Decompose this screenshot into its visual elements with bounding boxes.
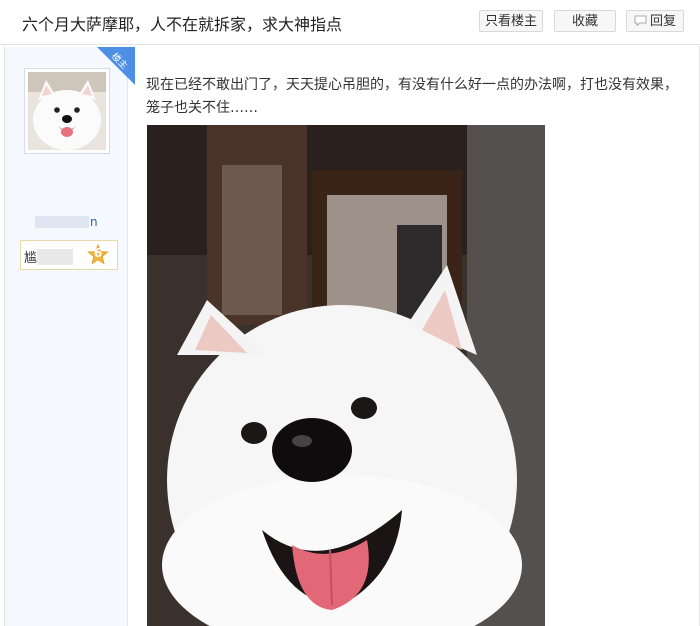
username-suffix: n <box>90 215 98 229</box>
username-link[interactable]: n <box>35 215 98 229</box>
author-sidebar: 楼主 n 尴 6 <box>5 47 135 626</box>
favorite-button[interactable]: 收藏 <box>554 10 616 32</box>
reply-button-label: 回复 <box>649 14 676 29</box>
thread-title: 六个月大萨摩耶，人不在就拆家，求大神指点 <box>22 15 343 34</box>
post-content-text: 现在已经不敢出门了，天天提心吊胆的，有没有什么好一点的办法啊，打也没有效果，笼子… <box>146 77 678 116</box>
level-badge[interactable]: 尴 6 <box>20 240 118 270</box>
level-title: 尴 <box>24 247 74 266</box>
level-title-blur <box>37 249 74 265</box>
reply-button[interactable]: 回复 <box>626 10 684 32</box>
samoyed-avatar-icon <box>28 72 106 150</box>
samoyed-photo-icon[interactable] <box>147 125 545 626</box>
level-title-prefix: 尴 <box>24 251 38 266</box>
thread-header: 六个月大萨摩耶，人不在就拆家，求大神指点 只看楼主 收藏 回复 <box>0 0 700 45</box>
level-number: 6 <box>93 246 103 260</box>
username-blur <box>35 216 89 228</box>
only-op-button[interactable]: 只看楼主 <box>479 10 543 32</box>
comment-icon <box>634 15 647 26</box>
